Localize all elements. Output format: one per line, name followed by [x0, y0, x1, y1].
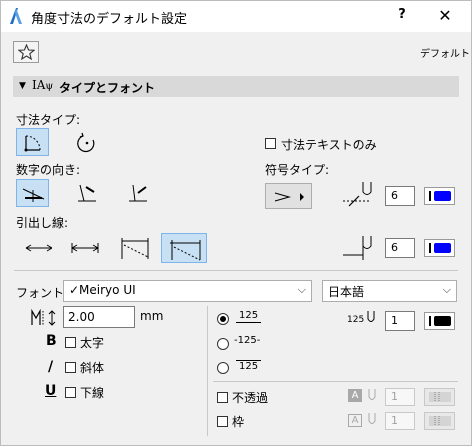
text-pen-swatch [434, 316, 451, 326]
archicad-logo-icon [10, 8, 22, 24]
text-pen-input[interactable]: 1 [385, 311, 415, 331]
frame-label: 枠 [232, 415, 245, 429]
italic-checkbox[interactable] [65, 362, 76, 373]
frame-letter-icon: A [348, 414, 362, 427]
frame-pen-input[interactable]: 1 [385, 412, 415, 430]
italic-label: 斜体 [80, 361, 105, 375]
frame-checkbox[interactable] [217, 416, 228, 427]
text-on-line-option: -125- [234, 335, 261, 346]
double-arrow-icon [25, 244, 53, 252]
text-only-label: 寸法テキストのみ [281, 138, 377, 152]
text-pen-button[interactable] [424, 312, 455, 330]
font-size-unit: mm [140, 309, 164, 323]
leader-pen-swatch [434, 243, 451, 253]
symbol-type-label: 符号タイプ: [265, 163, 330, 177]
angle-sector-icon [24, 135, 41, 152]
dimension-type-label: 寸法タイプ: [16, 113, 81, 127]
font-language-value: 日本語 [328, 285, 365, 299]
fill-letter-icon: A [348, 389, 362, 402]
opaque-label: 不透過 [232, 391, 269, 405]
opaque-pattern-button[interactable] [424, 388, 455, 406]
italic-icon: / [48, 359, 54, 375]
text-below-option: 125 [236, 360, 262, 373]
window-border [0, 0, 472, 446]
leader-both-arrows-button[interactable] [23, 233, 56, 261]
section-title: タイプとフォント [59, 81, 156, 95]
collapse-arrow-icon[interactable]: ▼ [19, 81, 26, 91]
pattern-icon [429, 392, 451, 402]
arrow-with-ticks-icon [71, 243, 99, 253]
pen-disabled-icon [368, 413, 376, 424]
text-above-option: 125 [236, 310, 262, 323]
frame-pattern-button[interactable] [424, 412, 455, 430]
leader-pen-button[interactable] [424, 239, 455, 257]
section-header-type-font[interactable]: ▼ IAψ タイプとフォント [13, 76, 459, 97]
symbol-pen-button[interactable] [424, 187, 455, 205]
underline-icon: U [45, 383, 57, 399]
pen-icon [367, 311, 375, 322]
close-button[interactable]: ✕ [432, 6, 458, 26]
number-direction-horizontal-button[interactable] [16, 179, 49, 207]
opaque-checkbox[interactable] [217, 392, 228, 403]
favorites-button[interactable] [13, 41, 39, 63]
text-horizontal-icon [22, 188, 45, 202]
leader-dashed-extension-button[interactable] [119, 233, 152, 261]
arc-rotate-icon [77, 132, 95, 153]
text-size-icon [31, 308, 56, 326]
pen-disabled-icon [368, 389, 376, 400]
background-divider [213, 381, 458, 382]
underline-label: 下線 [80, 386, 105, 400]
underline-checkbox[interactable] [65, 387, 76, 398]
text-rotated-icon [129, 184, 147, 202]
text-on-line-radio[interactable] [217, 338, 229, 350]
vertical-divider [207, 306, 208, 436]
arc-dimension-type-button[interactable] [71, 128, 104, 156]
bold-label: 太字 [80, 336, 105, 350]
text-only-checkbox[interactable] [265, 138, 276, 149]
font-family-dropdown[interactable]: ✓Meiryo UI ⌵ [63, 280, 312, 302]
number-direction-aligned-button[interactable] [70, 179, 103, 207]
default-label: デフォルト [420, 49, 470, 60]
section-divider [14, 270, 458, 271]
title-bar: 角度寸法のデフォルト設定 ? ✕ [0, 0, 472, 32]
dashed-extension-icon [121, 238, 149, 259]
text-dimension-icon: IAψ [32, 78, 54, 92]
leader-full-extension-button[interactable] [161, 233, 207, 263]
font-size-input[interactable]: 2.00 [63, 306, 135, 328]
text-aligned-icon [78, 184, 96, 202]
font-family-value: ✓Meiryo UI [69, 283, 136, 297]
leader-line-label: 引出し線: [16, 216, 69, 230]
number-direction-rotated-button[interactable] [121, 179, 154, 207]
angle-dimension-type-button[interactable] [16, 128, 49, 156]
symbol-size-input[interactable]: 6 [385, 186, 415, 206]
symbol-size-icon [343, 182, 372, 207]
star-icon [18, 44, 35, 60]
text-above-line-radio[interactable] [217, 313, 229, 325]
font-label: フォント: [16, 286, 69, 300]
font-language-dropdown[interactable]: 日本語 ⌵ [322, 280, 457, 302]
arrow-symbol-icon [274, 192, 304, 202]
full-extension-icon [170, 240, 201, 261]
leader-size-input[interactable]: 6 [385, 238, 415, 258]
bold-icon: B [46, 333, 57, 349]
opaque-pen-input[interactable]: 1 [385, 388, 415, 406]
pattern-icon [429, 416, 451, 426]
chevron-down-icon: ⌵ [442, 283, 451, 296]
symbol-type-picker-button[interactable] [265, 183, 312, 209]
text-pen-label: 125 [347, 315, 365, 325]
text-below-line-radio[interactable] [217, 362, 229, 374]
number-direction-label: 数字の向き: [16, 163, 81, 177]
window-title: 角度寸法のデフォルト設定 [31, 12, 188, 27]
bold-checkbox[interactable] [65, 337, 76, 348]
symbol-pen-swatch [434, 191, 451, 201]
help-button[interactable]: ? [392, 7, 412, 25]
leader-ticks-button[interactable] [69, 233, 102, 261]
leader-size-icon [343, 236, 372, 260]
chevron-down-icon: ⌵ [297, 283, 306, 296]
